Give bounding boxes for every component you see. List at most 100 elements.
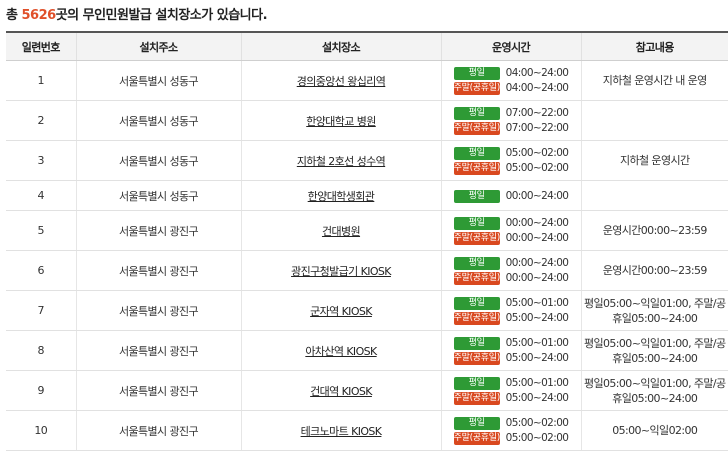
hours-time: 07:00~22:00 [505, 122, 569, 134]
serial-number-cell: 7 [6, 290, 76, 331]
hours-line: 평일 05:00~01:00 [453, 296, 569, 311]
hours-line: 주말(공휴일) 04:00~24:00 [453, 81, 569, 96]
table-row: 4 서울특별시 성동구 한양대학생회관 평일 00:00~24:00 [6, 180, 728, 211]
place-link[interactable]: 한양대학생회관 [308, 190, 375, 203]
table-body: 1 서울특별시 성동구 경의중앙선 왕십리역 평일 04:00~24:00 주말(공휴일)… [6, 60, 728, 451]
serial-number-cell: 1 [6, 60, 76, 101]
serial-number-cell: 2 [6, 100, 76, 141]
hours-cell: 평일 07:00~22:00 주말(공휴일) 07:00~22:00 [440, 100, 581, 141]
hours-list: 평일 04:00~24:00 주말(공휴일) 04:00~24:00 [453, 66, 569, 96]
hours-time: 00:00~24:00 [505, 257, 569, 269]
hours-time: 05:00~24:00 [505, 312, 569, 324]
hours-line: 평일 05:00~01:00 [453, 336, 569, 351]
hours-line: 평일 00:00~24:00 [453, 216, 569, 231]
col-header-serial: 일련번호 [6, 31, 76, 61]
hours-list: 평일 05:00~02:00 주말(공휴일) 05:00~02:00 [453, 416, 569, 446]
place-link[interactable]: 아차산역 KIOSK [305, 345, 377, 358]
serial-number-cell: 8 [6, 330, 76, 371]
address-cell: 서울특별시 광진구 [75, 410, 241, 451]
hours-list: 평일 05:00~01:00 주말(공휴일) 05:00~24:00 [453, 376, 569, 406]
serial-number-cell: 3 [6, 140, 76, 181]
weekend-badge: 주말(공휴일) [453, 231, 500, 245]
place-link[interactable]: 한양대학교 병원 [306, 115, 376, 128]
kiosk-location-table: 일련번호 설치주소 설치장소 운영시간 참고내용 1 서울특별시 성동구 경의중앙선… [6, 31, 728, 451]
place-link[interactable]: 군자역 KIOSK [310, 305, 372, 318]
address-cell: 서울특별시 광진구 [75, 370, 241, 411]
place-cell: 광진구청발급기 KIOSK [240, 250, 441, 291]
hours-line: 주말(공휴일) 05:00~02:00 [453, 161, 569, 176]
hours-line: 주말(공휴일) 05:00~24:00 [453, 311, 569, 326]
place-cell: 군자역 KIOSK [240, 290, 441, 331]
address-cell: 서울특별시 광진구 [75, 290, 241, 331]
weekend-badge: 주말(공휴일) [453, 351, 500, 365]
hours-time: 05:00~02:00 [505, 417, 569, 429]
hours-line: 주말(공휴일) 00:00~24:00 [453, 231, 569, 246]
place-link[interactable]: 지하철 2호선 성수역 [297, 155, 386, 168]
hours-time: 00:00~24:00 [505, 232, 569, 244]
summary-prefix: 총 [6, 8, 22, 23]
hours-list: 평일 05:00~01:00 주말(공휴일) 05:00~24:00 [453, 336, 569, 366]
place-cell: 한양대학교 병원 [240, 100, 441, 141]
col-header-hours: 운영시간 [440, 31, 581, 61]
place-link[interactable]: 건대역 KIOSK [310, 385, 372, 398]
table-row: 9 서울특별시 광진구 건대역 KIOSK 평일 05:00~01:00 주말(공휴일) 0… [6, 370, 728, 411]
weekday-badge: 평일 [453, 106, 500, 120]
hours-time: 05:00~24:00 [505, 352, 569, 364]
hours-line: 평일 05:00~02:00 [453, 416, 569, 431]
hours-line: 주말(공휴일) 07:00~22:00 [453, 121, 569, 136]
weekday-badge: 평일 [453, 296, 500, 310]
weekday-badge: 평일 [453, 376, 500, 390]
note-cell [580, 180, 728, 211]
hours-line: 주말(공휴일) 05:00~02:00 [453, 431, 569, 446]
hours-time: 05:00~01:00 [505, 377, 569, 389]
hours-time: 05:00~01:00 [505, 337, 569, 349]
col-header-note: 참고내용 [580, 31, 728, 61]
hours-list: 평일 07:00~22:00 주말(공휴일) 07:00~22:00 [453, 106, 569, 136]
result-count: 5626 [21, 8, 57, 23]
weekday-badge: 평일 [453, 189, 500, 203]
weekday-badge: 평일 [453, 216, 500, 230]
hours-cell: 평일 00:00~24:00 주말(공휴일) 00:00~24:00 [440, 210, 581, 251]
table-row: 3 서울특별시 성동구 지하철 2호선 성수역 평일 05:00~02:00 주말(공휴일… [6, 140, 728, 181]
col-header-address: 설치주소 [75, 31, 241, 61]
address-cell: 서울특별시 광진구 [75, 330, 241, 371]
hours-list: 평일 05:00~01:00 주말(공휴일) 05:00~24:00 [453, 296, 569, 326]
hours-cell: 평일 00:00~24:00 주말(공휴일) 00:00~24:00 [440, 250, 581, 291]
note-cell: 평일05:00~익일01:00, 주말/공휴일05:00~24:00 [580, 330, 728, 371]
hours-time: 05:00~24:00 [505, 392, 569, 404]
place-link[interactable]: 건대병원 [322, 225, 361, 238]
hours-line: 평일 00:00~24:00 [453, 256, 569, 271]
note-cell: 운영시간00:00~23:59 [580, 210, 728, 251]
place-link[interactable]: 테크노마트 KIOSK [301, 425, 382, 438]
hours-time: 05:00~02:00 [505, 162, 569, 174]
serial-number-cell: 10 [6, 410, 76, 451]
note-cell: 지하철 운영시간 [580, 140, 728, 181]
table-row: 2 서울특별시 성동구 한양대학교 병원 평일 07:00~22:00 주말(공휴일) 07… [6, 100, 728, 141]
place-cell: 건대병원 [240, 210, 441, 251]
hours-line: 주말(공휴일) 00:00~24:00 [453, 271, 569, 286]
hours-line: 주말(공휴일) 05:00~24:00 [453, 391, 569, 406]
hours-line: 주말(공휴일) 05:00~24:00 [453, 351, 569, 366]
note-cell: 운영시간00:00~23:59 [580, 250, 728, 291]
col-header-place: 설치장소 [240, 31, 441, 61]
hours-line: 평일 00:00~24:00 [453, 189, 569, 204]
hours-cell: 평일 05:00~02:00 주말(공휴일) 05:00~02:00 [440, 410, 581, 451]
place-link[interactable]: 경의중앙선 왕십리역 [297, 75, 386, 88]
serial-number-cell: 4 [6, 180, 76, 211]
hours-cell: 평일 05:00~02:00 주말(공휴일) 05:00~02:00 [440, 140, 581, 181]
hours-time: 05:00~02:00 [505, 147, 569, 159]
table-row: 5 서울특별시 광진구 건대병원 평일 00:00~24:00 주말(공휴일) 00:00~… [6, 210, 728, 251]
note-cell: 05:00~익일02:00 [580, 410, 728, 451]
weekday-badge: 평일 [453, 256, 500, 270]
hours-time: 05:00~01:00 [505, 297, 569, 309]
table-header-row: 일련번호 설치주소 설치장소 운영시간 참고내용 [6, 31, 728, 61]
hours-time: 07:00~22:00 [505, 107, 569, 119]
hours-cell: 평일 05:00~01:00 주말(공휴일) 05:00~24:00 [440, 290, 581, 331]
hours-time: 04:00~24:00 [505, 67, 569, 79]
serial-number-cell: 6 [6, 250, 76, 291]
serial-number-cell: 9 [6, 370, 76, 411]
hours-cell: 평일 05:00~01:00 주말(공휴일) 05:00~24:00 [440, 330, 581, 371]
weekend-badge: 주말(공휴일) [453, 431, 500, 445]
place-link[interactable]: 광진구청발급기 KIOSK [291, 265, 391, 278]
place-cell: 한양대학생회관 [240, 180, 441, 211]
